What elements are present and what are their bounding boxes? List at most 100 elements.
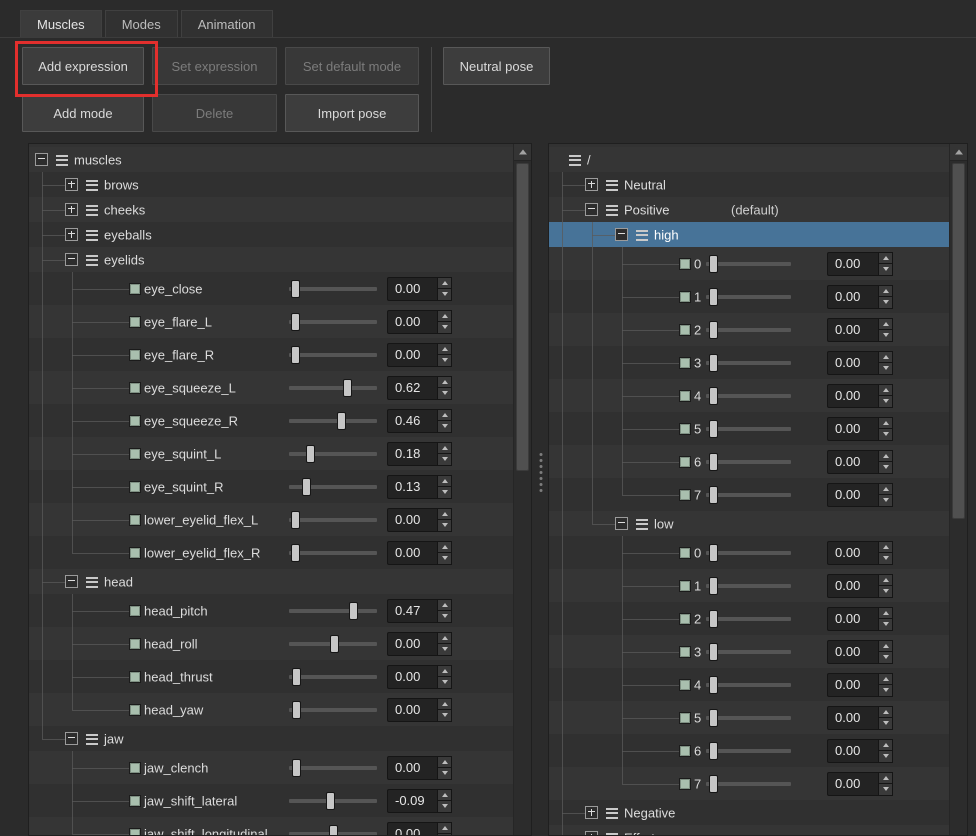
collapse-toggle-icon[interactable] [35,153,48,166]
tree-item-7[interactable]: 70.00 [549,767,949,800]
value-spinbox[interactable]: 0.00 [827,706,893,730]
tree-group-head[interactable]: head [29,569,513,594]
value-spinbox[interactable]: 0.00 [827,772,893,796]
muscle-checkbox-icon[interactable] [129,762,141,774]
spin-down-button[interactable] [878,751,893,763]
value-slider[interactable] [289,379,377,397]
value-slider[interactable] [706,643,791,661]
slider-handle[interactable] [292,759,301,777]
expand-toggle-icon[interactable] [585,178,598,191]
spin-up-button[interactable] [878,285,893,298]
expand-toggle-icon[interactable] [585,806,598,819]
tree-item-1[interactable]: 10.00 [549,280,949,313]
value-slider[interactable] [706,544,791,562]
collapse-toggle-icon[interactable] [65,732,78,745]
spin-up-button[interactable] [437,475,452,488]
spin-up-button[interactable] [437,541,452,554]
collapse-toggle-icon[interactable] [615,228,628,241]
value-spinbox[interactable]: 0.00 [827,450,893,474]
value-spinbox[interactable]: 0.00 [387,632,452,656]
value-spinbox[interactable]: 0.00 [827,541,893,565]
value-spinbox[interactable]: 0.00 [827,483,893,507]
spin-down-button[interactable] [437,487,452,499]
spin-down-button[interactable] [437,801,452,813]
tree-group-effort[interactable]: Effort [549,825,949,835]
spin-down-button[interactable] [437,454,452,466]
slider-handle[interactable] [302,478,311,496]
spin-down-button[interactable] [437,322,452,334]
value-spinbox[interactable]: 0.00 [827,673,893,697]
spin-down-button[interactable] [437,677,452,689]
tab-muscles[interactable]: Muscles [20,10,102,37]
value-spinbox[interactable]: 0.00 [387,343,452,367]
tree-item-eye-flare-r[interactable]: eye_flare_R0.00 [29,338,513,371]
spin-down-button[interactable] [437,553,452,565]
tree-group-eyeballs[interactable]: eyeballs [29,222,513,247]
slider-handle[interactable] [709,288,718,306]
value-slider[interactable] [289,602,377,620]
slider-handle[interactable] [326,792,335,810]
spin-up-button[interactable] [878,483,893,496]
slider-handle[interactable] [709,709,718,727]
set-default-mode-button[interactable]: Set default mode [285,47,419,85]
tree-item-2[interactable]: 20.00 [549,602,949,635]
muscle-checkbox-icon[interactable] [129,316,141,328]
slider-handle[interactable] [291,511,300,529]
value-spinbox[interactable]: 0.00 [387,822,452,836]
tree-group-negative[interactable]: Negative [549,800,949,825]
slider-handle[interactable] [330,635,339,653]
tree-group-eyelids[interactable]: eyelids [29,247,513,272]
spin-down-button[interactable] [878,330,893,342]
value-spinbox[interactable]: 0.00 [387,665,452,689]
spin-up-button[interactable] [878,318,893,331]
tree-item-jaw-clench[interactable]: jaw_clench0.00 [29,751,513,784]
tree-item-6[interactable]: 60.00 [549,445,949,478]
expand-toggle-icon[interactable] [65,178,78,191]
collapse-toggle-icon[interactable] [585,203,598,216]
slider-handle[interactable] [291,280,300,298]
value-spinbox[interactable]: 0.00 [827,739,893,763]
spin-down-button[interactable] [878,784,893,796]
spin-up-button[interactable] [437,310,452,323]
tree-item-head-roll[interactable]: head_roll0.00 [29,627,513,660]
tree-item-eye-squint-l[interactable]: eye_squint_L0.18 [29,437,513,470]
value-slider[interactable] [706,321,791,339]
value-slider[interactable] [289,412,377,430]
tree-item-3[interactable]: 30.00 [549,635,949,668]
slider-handle[interactable] [709,643,718,661]
slider-handle[interactable] [709,453,718,471]
value-slider[interactable] [289,511,377,529]
tree-item-1[interactable]: 10.00 [549,569,949,602]
spin-up-button[interactable] [437,665,452,678]
slider-handle[interactable] [349,602,358,620]
muscle-checkbox-icon[interactable] [129,349,141,361]
value-slider[interactable] [289,346,377,364]
muscle-checkbox-icon[interactable] [679,489,691,501]
value-spinbox[interactable]: 0.46 [387,409,452,433]
spin-up-button[interactable] [437,376,452,389]
scroll-up-icon[interactable] [514,144,531,161]
tree-group-muscles[interactable]: muscles [29,147,513,172]
tab-animation[interactable]: Animation [181,10,273,37]
tree-item-eye-squeeze-l[interactable]: eye_squeeze_L0.62 [29,371,513,404]
panel-splitter[interactable] [534,143,547,836]
value-spinbox[interactable]: 0.00 [387,310,452,334]
spin-up-button[interactable] [878,574,893,587]
muscle-checkbox-icon[interactable] [679,646,691,658]
spin-down-button[interactable] [878,718,893,730]
tree-item-lower-eyelid-flex-r[interactable]: lower_eyelid_flex_R0.00 [29,536,513,569]
tree-item-4[interactable]: 40.00 [549,668,949,701]
value-slider[interactable] [706,486,791,504]
value-spinbox[interactable]: 0.00 [827,252,893,276]
muscle-checkbox-icon[interactable] [679,258,691,270]
muscle-checkbox-icon[interactable] [129,448,141,460]
slider-handle[interactable] [709,775,718,793]
spin-down-button[interactable] [437,834,452,835]
spin-down-button[interactable] [878,652,893,664]
spin-down-button[interactable] [437,520,452,532]
value-spinbox[interactable]: 0.62 [387,376,452,400]
slider-handle[interactable] [709,610,718,628]
value-spinbox[interactable]: 0.13 [387,475,452,499]
spin-up-button[interactable] [437,822,452,835]
spin-up-button[interactable] [437,277,452,290]
